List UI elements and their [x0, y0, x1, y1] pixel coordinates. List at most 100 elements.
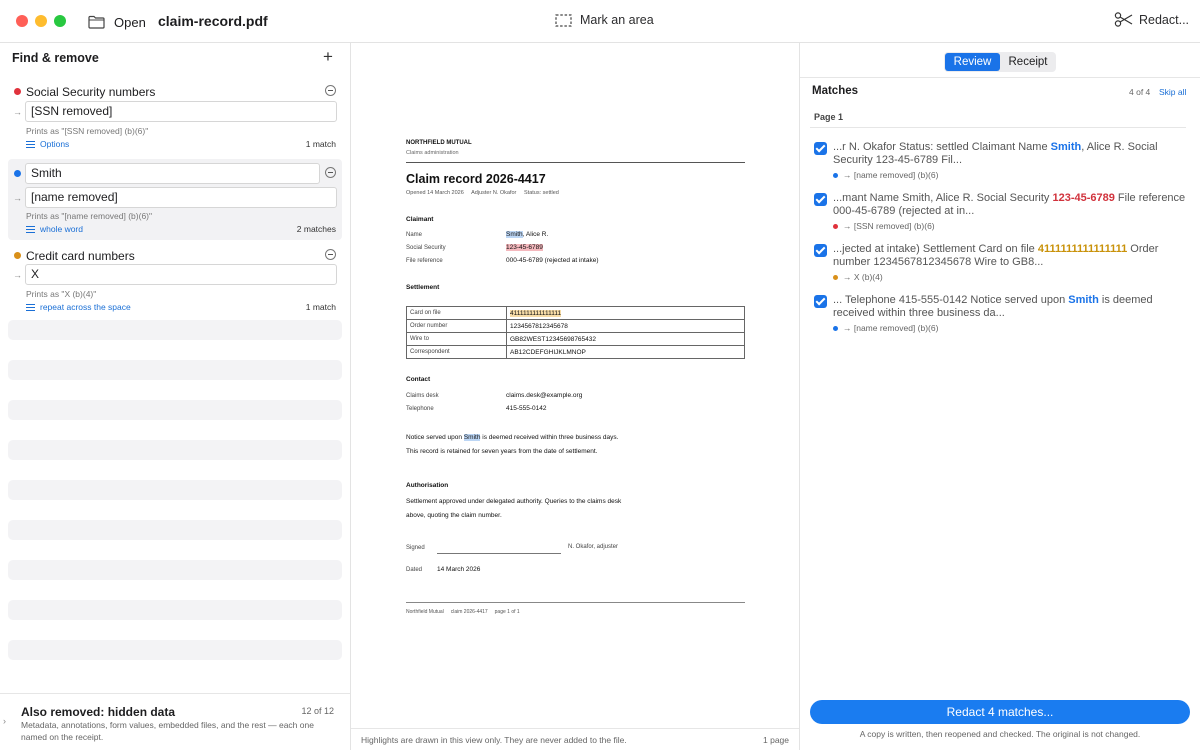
matches-heading: Matches [812, 85, 859, 97]
doc-auth-2: above, quoting the claim number. [406, 512, 502, 519]
empty-rule-slot [8, 480, 342, 500]
match-context: ...jected at intake) Settlement Card on … [833, 243, 1188, 269]
redact-footnote: A copy is written, then reopened and che… [859, 729, 1141, 739]
match-hit: Smith [1068, 294, 1099, 306]
doc-ssn-key: Social Security [406, 245, 446, 251]
doc-ref-value: 000-45-6789 (rejected at intake) [506, 257, 599, 264]
match-dot [833, 223, 838, 229]
match-replacement: → [name removed] (b)(6) [833, 323, 938, 333]
replacement-field[interactable]: [SSN removed] [25, 101, 337, 122]
rule-options-link[interactable]: Options [26, 139, 69, 149]
remove-rule-icon[interactable] [325, 85, 336, 96]
rule-option-label: Options [40, 139, 70, 149]
hidden-data-section[interactable]: › Also removed: hidden data 12 of 12 Met… [0, 693, 350, 750]
match-checkbox[interactable] [814, 142, 827, 155]
match-pre: ... Telephone 415-555-0142 Notice served… [833, 294, 1069, 306]
replacement-field[interactable]: X [25, 264, 337, 285]
highlight-card[interactable]: 4111111111111111 [510, 309, 562, 317]
match-pre: ...jected at intake) Settlement Card on … [833, 243, 1038, 255]
table-key: Order number [406, 319, 507, 333]
options-lines-icon [26, 140, 35, 148]
doc-signed-value: N. Okafor, adjuster [568, 544, 619, 550]
prints-as-text: Prints as "[name removed] (b)(6)" [26, 211, 153, 221]
doc-settlement-heading: Settlement [406, 284, 440, 291]
doc-dated-value: 14 March 2026 [437, 566, 481, 573]
doc-ssn-value: 123-45-6789 [506, 244, 543, 251]
redact-matches-button[interactable]: Redact 4 matches... [810, 700, 1190, 724]
highlight-smith[interactable]: Smith [506, 231, 523, 238]
doc-org: NORTHFIELD MUTUAL [406, 140, 472, 146]
rule-ssn[interactable]: Social Security numbers → [SSN removed] … [8, 79, 342, 157]
match-context: ...r N. Okafor Status: settled Claimant … [833, 141, 1188, 167]
empty-rule-slot [8, 320, 342, 340]
mark-area-label: Mark an area [580, 13, 654, 27]
settlement-table: Card on file 4111111111111111 Order numbe… [406, 306, 745, 359]
matches-count: 4 of 4 [1129, 87, 1151, 97]
empty-rule-slot [8, 400, 342, 420]
remove-rule-icon[interactable] [325, 249, 336, 260]
hidden-data-title: Also removed: hidden data [21, 705, 176, 719]
doc-footer-divider [406, 602, 745, 603]
doc-meta: Opened 14 March 2026 Adjuster N. Okafor … [406, 190, 559, 196]
doc-tel-key: Telephone [406, 406, 434, 412]
match-sub-text: → X (b)(4) [843, 272, 883, 282]
document-view[interactable]: NORTHFIELD MUTUAL Claims administration … [351, 43, 800, 750]
remove-rule-icon[interactable] [325, 167, 336, 178]
skip-all-button[interactable]: Skip all [1159, 87, 1186, 97]
replacement-field[interactable]: [name removed] [25, 187, 337, 208]
tab-review[interactable]: Review [945, 53, 1000, 71]
open-button[interactable]: Open [88, 12, 146, 32]
add-rule-button[interactable]: + [323, 47, 333, 67]
minimize-window-button[interactable] [35, 15, 47, 27]
match-hit: 4111111111111111 [1037, 243, 1128, 255]
table-value: 4111111111111111 [506, 306, 745, 320]
doc-name-value: Smith, Alice R. [506, 231, 548, 238]
doc-title: Claim record 2026-4417 [406, 172, 546, 186]
rule-name: Credit card numbers [26, 249, 135, 263]
doc-notice: Notice served upon Smith is deemed recei… [406, 431, 618, 445]
rule-credit-card[interactable]: Credit card numbers → X Prints as "X (b)… [8, 243, 342, 317]
match-checkbox[interactable] [814, 295, 827, 308]
chevron-right-icon[interactable]: › [3, 716, 6, 726]
match-hit: 123-45-6789 [1052, 192, 1115, 204]
highlight-ssn[interactable]: 123-45-6789 [506, 244, 543, 251]
match-dot [833, 172, 838, 178]
hidden-data-description: Metadata, annotations, form values, embe… [21, 720, 314, 742]
match-sub-text: → [SSN removed] (b)(6) [843, 221, 935, 231]
rule-color-dot [14, 170, 21, 177]
highlight-smith[interactable]: Smith [463, 434, 481, 441]
tab-receipt[interactable]: Receipt [1001, 53, 1055, 71]
match-checkbox[interactable] [814, 244, 827, 257]
match-pre: ...mant Name Smith, Alice R. Social Secu… [833, 192, 1053, 204]
arrow-right-icon: → [13, 193, 22, 203]
page-group-label: Page 1 [814, 112, 844, 122]
rule-option-label: repeat across the space [40, 302, 131, 312]
redact-toolbar-button[interactable]: Redact... [1114, 12, 1189, 27]
mark-area-button[interactable]: Mark an area [555, 13, 654, 27]
match-checkbox[interactable] [814, 193, 827, 206]
doc-signed-key: Signed [406, 545, 425, 551]
highlight-note: Highlights are drawn in this view only. … [361, 735, 627, 745]
match-sub-text: → [name removed] (b)(6) [843, 323, 939, 333]
rule-smith[interactable]: Smith → [name removed] Prints as "[name … [8, 159, 342, 240]
match-dot [833, 274, 838, 280]
divider [800, 77, 1200, 78]
open-label: Open [114, 14, 146, 30]
table-row: Correspondent AB12CDEFGHIJKLMNOP [406, 345, 745, 359]
doc-desk-value: claims.desk@example.org [506, 392, 583, 399]
view-switcher: Review Receipt [944, 52, 1056, 72]
zoom-window-button[interactable] [54, 15, 66, 27]
rule-option-label: whole word [40, 224, 83, 234]
arrow-right-icon: → [13, 270, 22, 280]
empty-rule-slot [8, 600, 342, 620]
doc-notice-b: is deemed received within three business… [480, 434, 619, 441]
prints-as-text: Prints as "[SSN removed] (b)(6)" [26, 126, 149, 136]
match-replacement: → [SSN removed] (b)(6) [833, 221, 935, 231]
close-window-button[interactable] [16, 15, 28, 27]
find-remove-heading: Find & remove [12, 51, 99, 65]
rule-options-link[interactable]: repeat across the space [26, 302, 131, 312]
search-term-field[interactable]: Smith [25, 163, 320, 184]
doc-ref-key: File reference [406, 258, 443, 264]
rule-options-link[interactable]: whole word [26, 224, 83, 234]
match-sub-text: → [name removed] (b)(6) [843, 170, 939, 180]
